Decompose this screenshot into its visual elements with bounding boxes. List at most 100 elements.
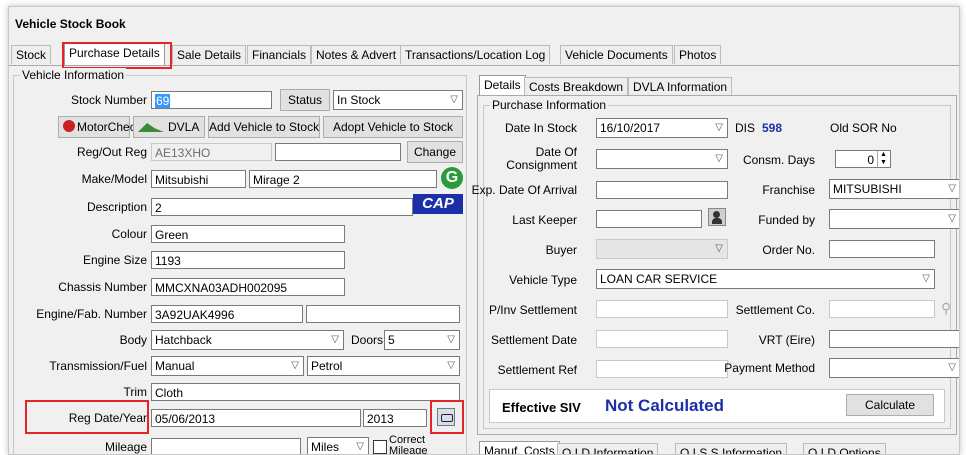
correct-mileage-label: Correct Mileage: [389, 434, 428, 455]
chevron-down-icon: ▽: [291, 360, 299, 371]
settlement-co-input[interactable]: [829, 300, 935, 318]
tab-notes-advert[interactable]: Notes & Advert: [311, 45, 402, 64]
out-reg-input[interactable]: [275, 143, 401, 161]
chassis-label: Chassis Number: [58, 280, 147, 294]
tab-vehicle-documents[interactable]: Vehicle Documents: [560, 45, 673, 64]
vehicle-type-select[interactable]: LOAN CAR SERVICE ▽: [596, 269, 935, 289]
date-of-consignment-label: Date Of Consignment: [506, 145, 577, 172]
effective-siv-label: Effective SIV: [502, 400, 581, 415]
dvla-icon: [138, 123, 164, 132]
buyer-select[interactable]: ▽: [596, 239, 728, 259]
calculate-button[interactable]: Calculate: [846, 394, 934, 416]
fuel-select[interactable]: Petrol ▽: [307, 356, 460, 376]
funded-by-label: Funded by: [758, 213, 815, 227]
trim-label: Trim: [123, 385, 147, 399]
reg-label: Reg/Out Reg: [76, 145, 147, 159]
reg-date-input[interactable]: 05/06/2013: [151, 409, 361, 427]
chevron-down-icon: ▽: [447, 334, 455, 345]
chevron-down-icon: ▽: [922, 273, 930, 284]
status-select[interactable]: In Stock ▽: [333, 90, 463, 110]
settlement-date-input[interactable]: [596, 330, 728, 348]
correct-mileage-checkbox[interactable]: [373, 440, 387, 454]
effective-siv-panel: Effective SIV Not Calculated Calculate: [489, 389, 945, 423]
tab-stock[interactable]: Stock: [11, 45, 52, 64]
franchise-select[interactable]: MITSUBISHI ▽: [829, 179, 959, 199]
doors-select[interactable]: 5 ▽: [384, 330, 460, 350]
tab-oid-options[interactable]: O.I.D Options: [803, 443, 886, 454]
funded-by-select[interactable]: ▽: [829, 209, 959, 229]
trim-input[interactable]: Cloth: [151, 383, 460, 401]
change-button[interactable]: Change: [407, 141, 463, 163]
description-input[interactable]: 2: [151, 198, 413, 216]
vehicle-info-label: Vehicle Information: [20, 68, 127, 82]
tab-costs-breakdown[interactable]: Costs Breakdown: [524, 77, 629, 96]
chevron-down-icon: ▽: [948, 213, 956, 224]
highlight-purchase-tab: [62, 42, 172, 69]
exp-date-arrival-input[interactable]: [596, 181, 728, 199]
adopt-vehicle-button[interactable]: Adopt Vehicle to Stock: [323, 116, 463, 138]
colour-input[interactable]: Green: [151, 225, 345, 243]
cap-logo-icon[interactable]: CAP: [413, 194, 463, 214]
vrt-eire-label: VRT (Eire): [758, 333, 815, 347]
chevron-down-icon: ▽: [356, 441, 364, 452]
engine-fab-label: Engine/Fab. Number: [36, 307, 147, 321]
mileage-input[interactable]: [151, 438, 301, 454]
add-vehicle-button[interactable]: Add Vehicle to Stock: [208, 116, 320, 138]
doors-label: Doors: [351, 333, 384, 347]
settlement-ref-input[interactable]: [596, 360, 728, 378]
chassis-input[interactable]: MMCXNA03ADH002095: [151, 278, 345, 296]
tab-transactions-log[interactable]: Transactions/Location Log: [400, 45, 551, 64]
reg-input[interactable]: AE13XHO: [151, 143, 272, 161]
body-label: Body: [119, 333, 147, 347]
date-in-stock-select[interactable]: 16/10/2017 ▽: [596, 118, 728, 138]
model-input[interactable]: Mirage 2: [249, 170, 437, 188]
order-no-label: Order No.: [762, 243, 815, 257]
search-icon[interactable]: ⚲: [941, 300, 951, 317]
stock-number-input[interactable]: 69: [151, 91, 272, 109]
chevron-down-icon: ▽: [715, 153, 723, 164]
tab-sale-details[interactable]: Sale Details: [172, 45, 247, 64]
order-no-input[interactable]: [829, 240, 935, 258]
last-keeper-input[interactable]: [596, 210, 702, 228]
motorcheck-button[interactable]: MotorCheck: [58, 116, 142, 138]
tab-photos[interactable]: Photos: [674, 45, 722, 64]
vrt-eire-input[interactable]: [829, 330, 959, 348]
payment-method-select[interactable]: ▽: [829, 358, 959, 378]
reg-year-input[interactable]: 2013: [363, 409, 427, 427]
engine-size-input[interactable]: 1193: [151, 251, 345, 269]
vehicle-type-label: Vehicle Type: [509, 273, 577, 287]
make-model-label: Make/Model: [81, 172, 147, 186]
make-input[interactable]: Mitsubishi: [151, 170, 246, 188]
consm-days-stepper[interactable]: 0 ▲ ▼: [835, 150, 891, 168]
engine-fab-extra-input[interactable]: [306, 305, 460, 323]
tab-oiss-information[interactable]: O.I.S.S Information: [675, 443, 788, 454]
transmission-fuel-label: Transmission/Fuel: [49, 359, 147, 373]
chevron-down-icon: ▽: [331, 334, 339, 345]
purchase-info-label: Purchase Information: [490, 98, 609, 112]
chevron-down-icon: ▽: [447, 360, 455, 371]
highlight-date-swap-button: [430, 400, 464, 434]
g-logo-icon[interactable]: G: [441, 167, 463, 189]
transmission-select[interactable]: Manual ▽: [151, 356, 304, 376]
tab-oid-information[interactable]: O.I.D Information: [557, 443, 659, 454]
settlement-date-label: Settlement Date: [490, 333, 577, 347]
motorcheck-icon: [63, 120, 75, 132]
tab-dvla-information[interactable]: DVLA Information: [628, 77, 733, 96]
body-select[interactable]: Hatchback ▽: [151, 330, 344, 350]
engine-fab-input[interactable]: 3A92UAK4996: [151, 305, 303, 323]
colour-label: Colour: [111, 227, 147, 241]
spinner-icon[interactable]: ▲ ▼: [877, 151, 889, 167]
window-title: Vehicle Stock Book: [15, 17, 126, 31]
person-search-icon[interactable]: [708, 208, 726, 226]
dvla-button[interactable]: DVLA: [133, 116, 205, 138]
pinv-settlement-input[interactable]: [596, 300, 728, 318]
stock-number-label: Stock Number: [70, 93, 147, 107]
chevron-down-icon: ▽: [450, 94, 458, 105]
dis-label: DIS: [735, 121, 756, 135]
tab-details[interactable]: Details: [479, 75, 526, 96]
date-of-consignment-select[interactable]: ▽: [596, 149, 728, 169]
mileage-unit-select[interactable]: Miles ▽: [307, 437, 369, 454]
status-button[interactable]: Status: [280, 89, 330, 111]
tab-financials[interactable]: Financials: [247, 45, 312, 64]
dis-value: 598: [762, 121, 783, 135]
